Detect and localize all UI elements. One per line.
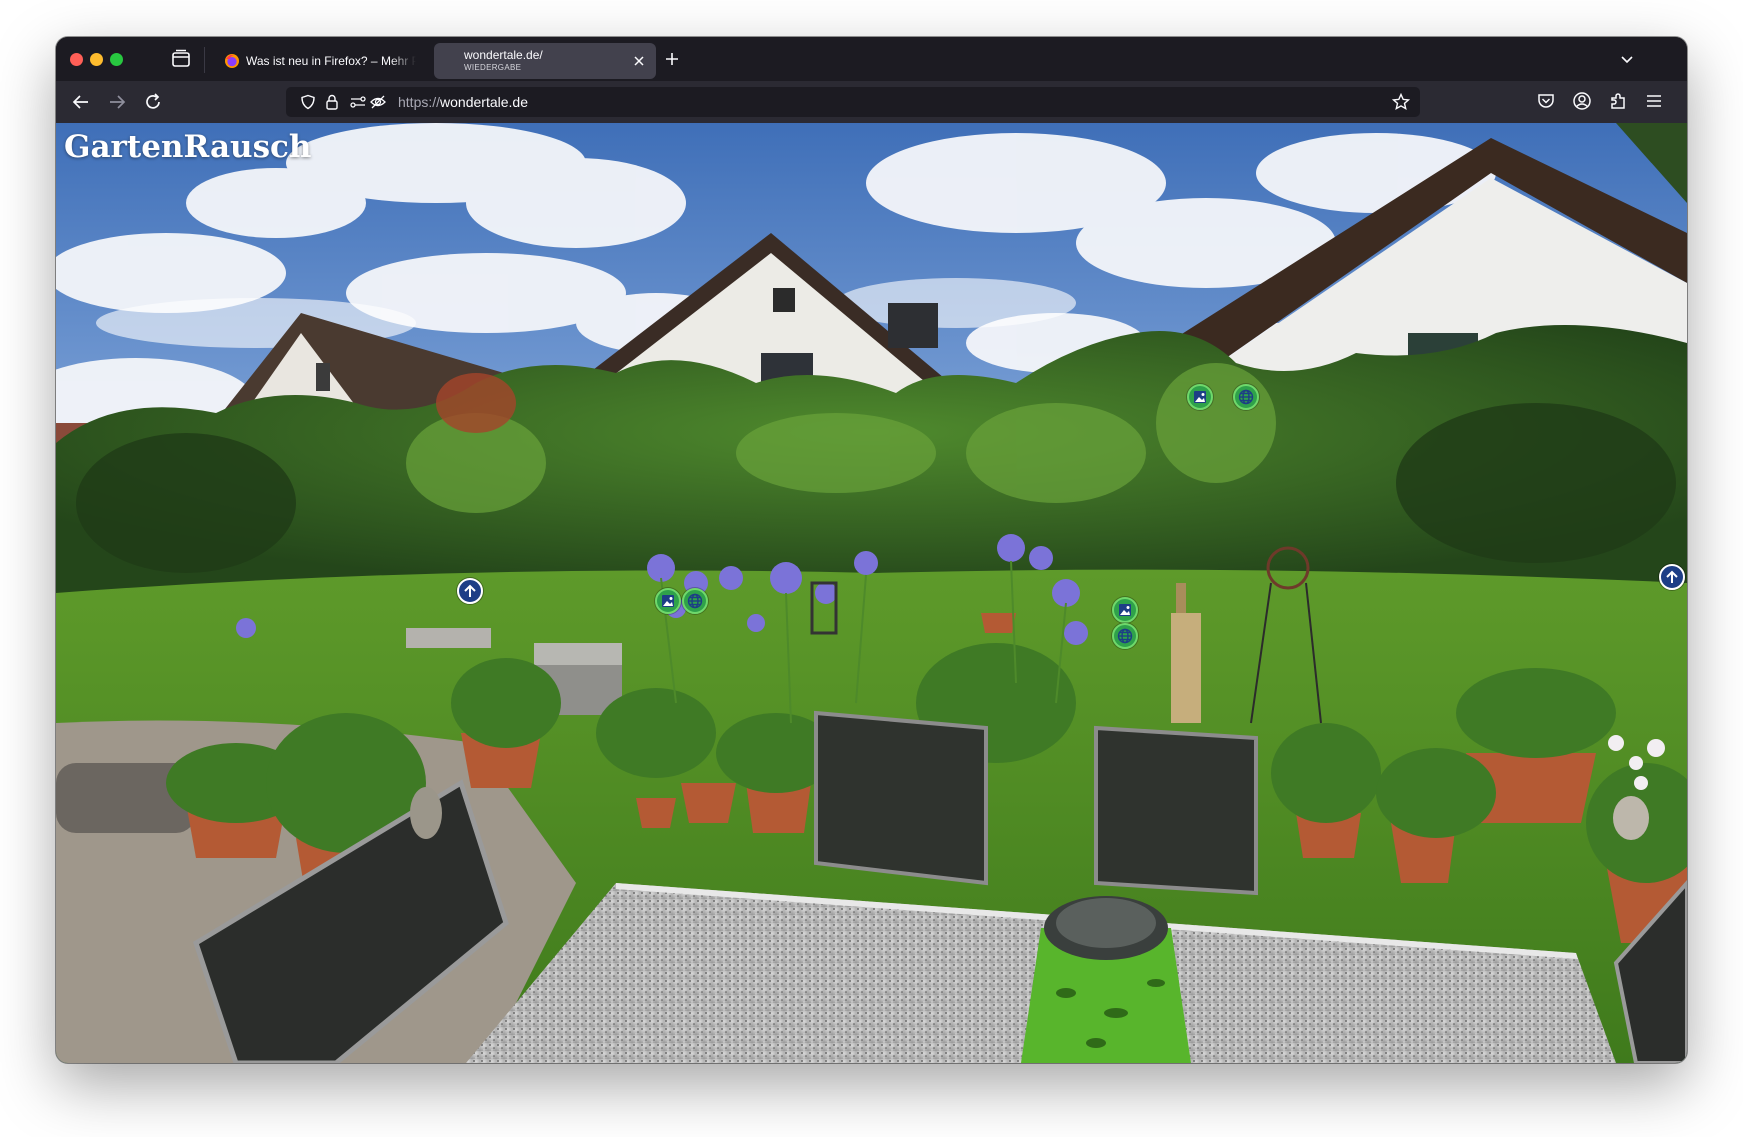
window-maximize-button[interactable] <box>110 53 123 66</box>
back-arrow-icon[interactable] <box>70 91 92 113</box>
tab-strip: Was ist neu in Firefox? – Mehr Privatsph… <box>56 37 1687 81</box>
globe-icon <box>1238 389 1254 405</box>
url-text[interactable]: https://wondertale.de <box>398 94 528 110</box>
image-hotspot[interactable] <box>1187 384 1213 410</box>
photo-icon <box>1119 604 1131 616</box>
arrow-up-icon <box>464 584 476 597</box>
window-minimize-button[interactable] <box>90 53 103 66</box>
window-close-button[interactable] <box>70 53 83 66</box>
browser-window: Was ist neu in Firefox? – Mehr Privatsph… <box>56 37 1687 1063</box>
extensions-puzzle-icon[interactable] <box>1608 91 1628 111</box>
account-icon[interactable] <box>1572 91 1592 111</box>
navigate-hotspot[interactable] <box>1659 564 1685 590</box>
panorama-viewer[interactable]: GartenRausch <box>56 123 1687 1063</box>
close-icon[interactable] <box>630 52 648 70</box>
garden-panorama-image[interactable] <box>56 123 1687 1063</box>
tab-playing-label: WIEDERGABE <box>464 63 522 72</box>
firefox-icon <box>225 54 239 68</box>
address-bar[interactable]: https://wondertale.de <box>286 87 1420 117</box>
tab-overview-icon[interactable] <box>170 48 192 70</box>
navigation-toolbar: https://wondertale.de <box>56 81 1687 123</box>
forward-arrow-icon[interactable] <box>106 91 128 113</box>
web-hotspot[interactable] <box>1233 384 1259 410</box>
tab-separator <box>204 47 205 73</box>
photo-icon <box>1194 391 1206 403</box>
web-hotspot[interactable] <box>682 588 708 614</box>
url-host: wondertale.de <box>440 94 528 110</box>
permissions-icon[interactable] <box>350 94 366 110</box>
chevron-down-icon[interactable] <box>1617 49 1637 69</box>
navigate-hotspot[interactable] <box>457 578 483 604</box>
tab-title: Was ist neu in Firefox? – Mehr Privatsph… <box>246 54 416 68</box>
lock-icon[interactable] <box>324 94 340 110</box>
web-hotspot[interactable] <box>1112 623 1138 649</box>
new-tab-plus-icon[interactable] <box>662 49 682 69</box>
tracking-blocked-icon[interactable] <box>370 94 386 110</box>
tab-title: wondertale.de/ <box>464 48 543 62</box>
globe-icon <box>687 593 703 609</box>
bookmark-star-icon[interactable] <box>1392 93 1410 111</box>
site-title[interactable]: GartenRausch <box>64 129 311 165</box>
image-hotspot[interactable] <box>1112 597 1138 623</box>
tab-wondertale[interactable]: wondertale.de/ WIEDERGABE <box>434 43 656 79</box>
photo-icon <box>662 595 674 607</box>
pocket-icon[interactable] <box>1536 91 1556 111</box>
globe-icon <box>1117 628 1133 644</box>
url-protocol: https:// <box>398 94 441 110</box>
reload-icon[interactable] <box>142 91 164 113</box>
shield-icon[interactable] <box>300 94 316 110</box>
hamburger-menu-icon[interactable] <box>1644 91 1664 111</box>
arrow-up-icon <box>1666 570 1678 583</box>
image-hotspot[interactable] <box>655 588 681 614</box>
